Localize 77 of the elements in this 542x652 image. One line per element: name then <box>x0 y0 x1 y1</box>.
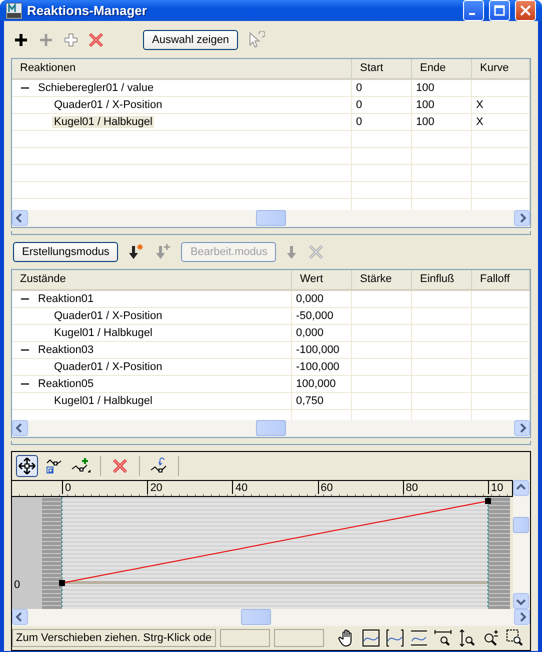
mode-button[interactable]: Erstellungsmodus <box>13 242 118 262</box>
curve-frame-icon[interactable] <box>386 629 404 647</box>
column-header[interactable]: Kurve <box>472 59 530 80</box>
row-label[interactable]: Quader01 / X-Position <box>52 99 164 111</box>
table-cell: 100 <box>412 97 472 114</box>
column-header[interactable]: Zustände <box>12 270 292 291</box>
window-title: Reaktions-Manager <box>27 3 148 18</box>
down-arrow-icon[interactable] <box>127 243 146 261</box>
status-text: Zum Verschieben ziehen. Strg-Klick ode <box>12 629 216 647</box>
ruler-label: 20 <box>147 481 162 494</box>
ruler-label: 40 <box>232 481 248 494</box>
zoom-region-icon[interactable] <box>506 629 524 647</box>
status-field[interactable] <box>274 629 324 647</box>
row-label[interactable]: Reaktion01 <box>36 293 96 305</box>
scrollbar[interactable] <box>513 480 530 609</box>
app-icon <box>6 2 22 18</box>
curve-frame-icon[interactable] <box>410 629 428 647</box>
mode-button[interactable]: Auswahl zeigen <box>143 30 238 50</box>
zoom-vertical-icon[interactable] <box>458 629 476 647</box>
maximize-icon <box>494 5 505 16</box>
column-header[interactable]: Einfluß <box>412 270 472 291</box>
reset-key-icon[interactable] <box>150 457 168 475</box>
scrollbar[interactable] <box>12 420 530 437</box>
delete-icon[interactable] <box>112 458 128 474</box>
table-cell: 100 <box>412 80 472 97</box>
column-header[interactable]: Wert <box>292 270 352 291</box>
table-cell: -100,000 <box>292 359 352 376</box>
column-header[interactable]: Reaktionen <box>12 59 352 80</box>
ruler-label: 0 <box>62 481 72 494</box>
row-label[interactable]: Schieberegler01 / value <box>36 82 156 94</box>
ruler-label: 10 <box>488 481 504 494</box>
row-label[interactable]: Reaktion03 <box>36 344 96 356</box>
table-cell: X <box>472 97 530 114</box>
row-label[interactable]: Quader01 / X-Position <box>52 310 164 322</box>
scroll-thumb[interactable] <box>256 210 286 226</box>
table-cell: -100,000 <box>292 342 352 359</box>
scale-key-icon[interactable] <box>45 457 63 475</box>
row-label[interactable]: Kugel01 / Halbkugel <box>52 116 154 128</box>
table-cell: 100,000 <box>292 376 352 393</box>
row-label[interactable]: Kugel01 / Halbkugel <box>52 327 154 339</box>
status-field[interactable] <box>220 629 270 647</box>
axis-label: 0 <box>14 579 20 591</box>
zoom-horizontal-icon[interactable] <box>434 629 452 647</box>
row-label[interactable]: Kugel01 / Halbkugel <box>52 395 154 407</box>
plus-icon[interactable] <box>13 32 29 48</box>
scrollbar[interactable] <box>12 210 530 227</box>
table-cell: 0 <box>352 114 412 131</box>
delete-icon[interactable] <box>88 32 104 48</box>
row-label[interactable]: Quader01 / X-Position <box>52 361 164 373</box>
curve-frame-icon[interactable] <box>362 629 380 647</box>
close-button[interactable] <box>515 0 536 21</box>
table-cell: 0,750 <box>292 393 352 410</box>
table-cell: 100 <box>412 114 472 131</box>
column-header[interactable]: Ende <box>412 59 472 80</box>
row-label[interactable]: Reaktion05 <box>36 378 96 390</box>
table-cell: 0 <box>352 97 412 114</box>
scrollbar[interactable] <box>12 609 530 626</box>
table-cell: 0 <box>352 80 412 97</box>
zoom-icon[interactable] <box>482 629 500 647</box>
column-header[interactable]: Start <box>352 59 412 80</box>
maximize-button[interactable] <box>489 0 510 21</box>
table-cell: 0,000 <box>292 291 352 308</box>
scroll-thumb[interactable] <box>256 420 286 436</box>
minimize-button[interactable] <box>463 0 484 21</box>
insert-key-icon[interactable] <box>71 457 91 475</box>
ruler-label: 80 <box>402 481 418 494</box>
move-icon[interactable] <box>18 457 36 475</box>
table-cell: -50,000 <box>292 308 352 325</box>
column-header[interactable]: Stärke <box>352 270 412 291</box>
close-icon <box>520 5 531 16</box>
table-cell: X <box>472 114 530 131</box>
ruler-label: 60 <box>318 481 333 494</box>
column-header[interactable]: Falloff <box>472 270 530 291</box>
table-cell: 0,000 <box>292 325 352 342</box>
minimize-icon <box>468 13 474 15</box>
scroll-thumb[interactable] <box>241 609 272 625</box>
scroll-thumb[interactable] <box>513 517 529 534</box>
